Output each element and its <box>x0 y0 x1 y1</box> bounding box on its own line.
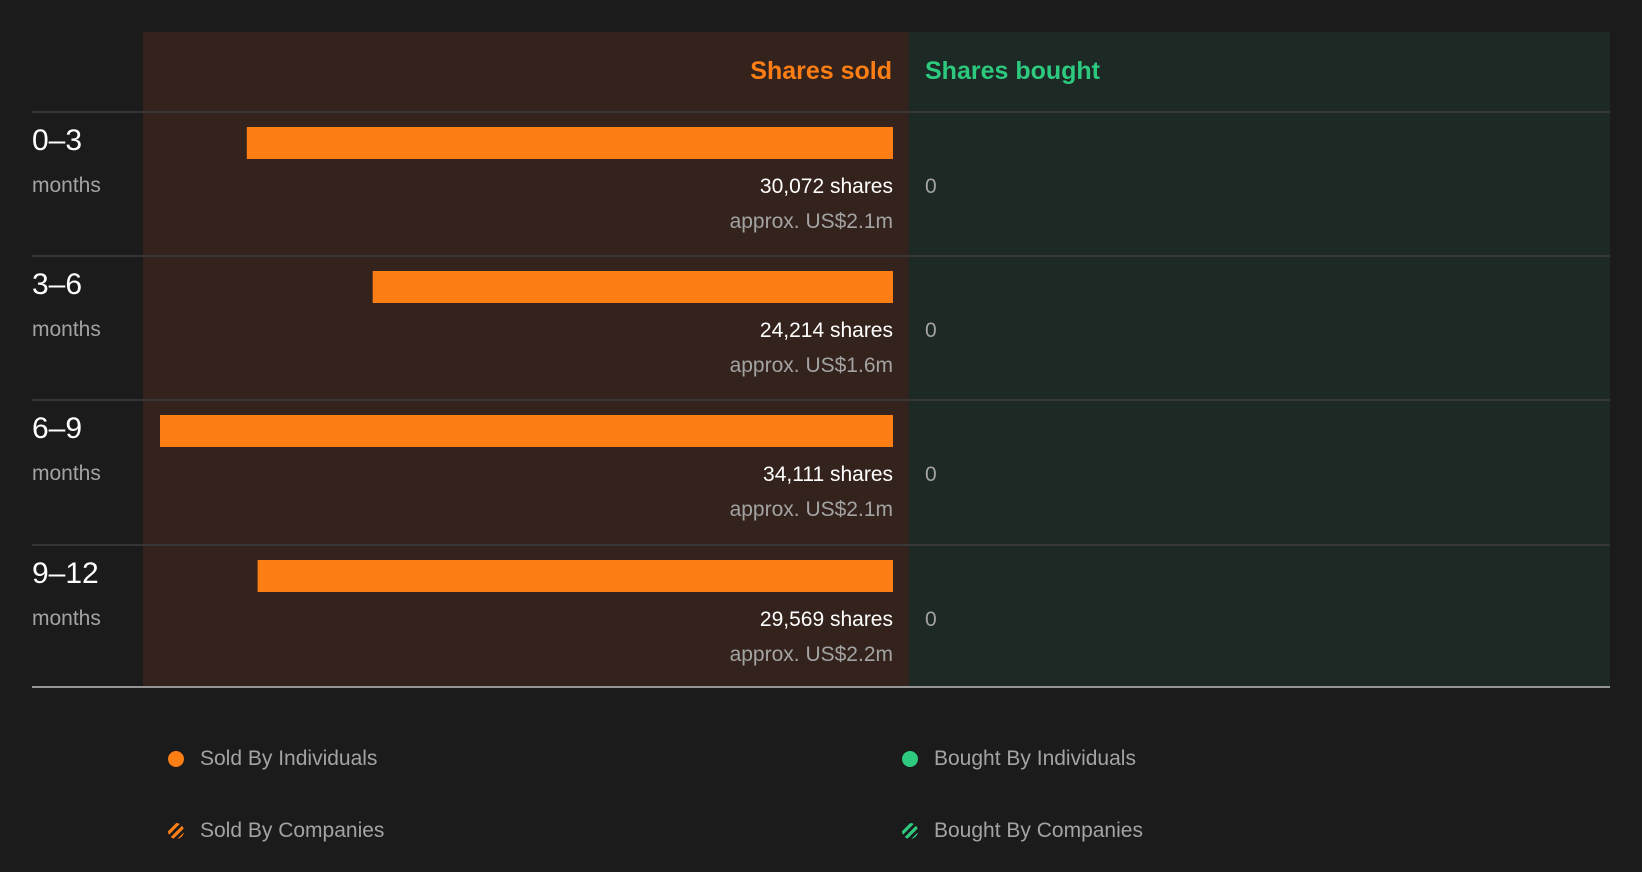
orange-dot-icon <box>168 751 184 767</box>
sold-shares-label: 30,072 shares <box>760 175 893 198</box>
sold-shares-label: 24,214 shares <box>760 319 893 342</box>
bought-shares-label: 0 <box>925 319 937 342</box>
period-unit-label: months <box>32 318 101 341</box>
legend-item-sold-individuals[interactable]: Sold By Individuals <box>168 747 377 771</box>
period-label: 0–3 <box>32 124 82 157</box>
green-dot-icon <box>902 751 918 767</box>
sold-approx-value: approx. US$1.6m <box>730 354 893 377</box>
bought-shares-label: 0 <box>925 608 937 631</box>
sold-approx-value: approx. US$2.1m <box>730 498 893 521</box>
legend-label: Sold By Individuals <box>200 747 378 770</box>
bought-panel <box>909 32 1610 687</box>
sold-approx-value: approx. US$2.1m <box>730 210 893 233</box>
legend-label: Bought By Individuals <box>934 747 1136 770</box>
period-label: 6–9 <box>32 412 82 445</box>
sold-bar <box>257 560 893 592</box>
period-label: 9–12 <box>32 557 99 590</box>
sold-header: Shares sold <box>750 57 892 85</box>
bought-shares-label: 0 <box>925 175 937 198</box>
bought-header: Shares bought <box>925 57 1101 85</box>
period-unit-label: months <box>32 607 101 630</box>
sold-approx-value: approx. US$2.2m <box>730 643 893 666</box>
sold-shares-label: 34,111 shares <box>763 463 893 486</box>
legend: Sold By Individuals Bought By Individual… <box>0 700 1642 872</box>
sold-shares-label: 29,569 shares <box>760 608 893 631</box>
legend-item-sold-companies[interactable]: Sold By Companies <box>168 819 384 843</box>
insider-trading-chart: Shares sold Shares bought 0–3 months 30,07… <box>32 32 1610 688</box>
bought-shares-label: 0 <box>925 463 937 486</box>
legend-label: Bought By Companies <box>934 819 1143 842</box>
sold-bar <box>246 127 894 159</box>
sold-bar <box>160 415 893 447</box>
period-unit-label: months <box>32 174 101 197</box>
sold-bar <box>372 271 894 303</box>
period-unit-label: months <box>32 462 101 485</box>
orange-hatched-dot-icon <box>168 823 184 839</box>
green-hatched-dot-icon <box>902 823 918 839</box>
legend-item-bought-individuals[interactable]: Bought By Individuals <box>902 747 1136 771</box>
legend-item-bought-companies[interactable]: Bought By Companies <box>902 819 1143 843</box>
period-label: 3–6 <box>32 268 82 301</box>
legend-label: Sold By Companies <box>200 819 385 842</box>
